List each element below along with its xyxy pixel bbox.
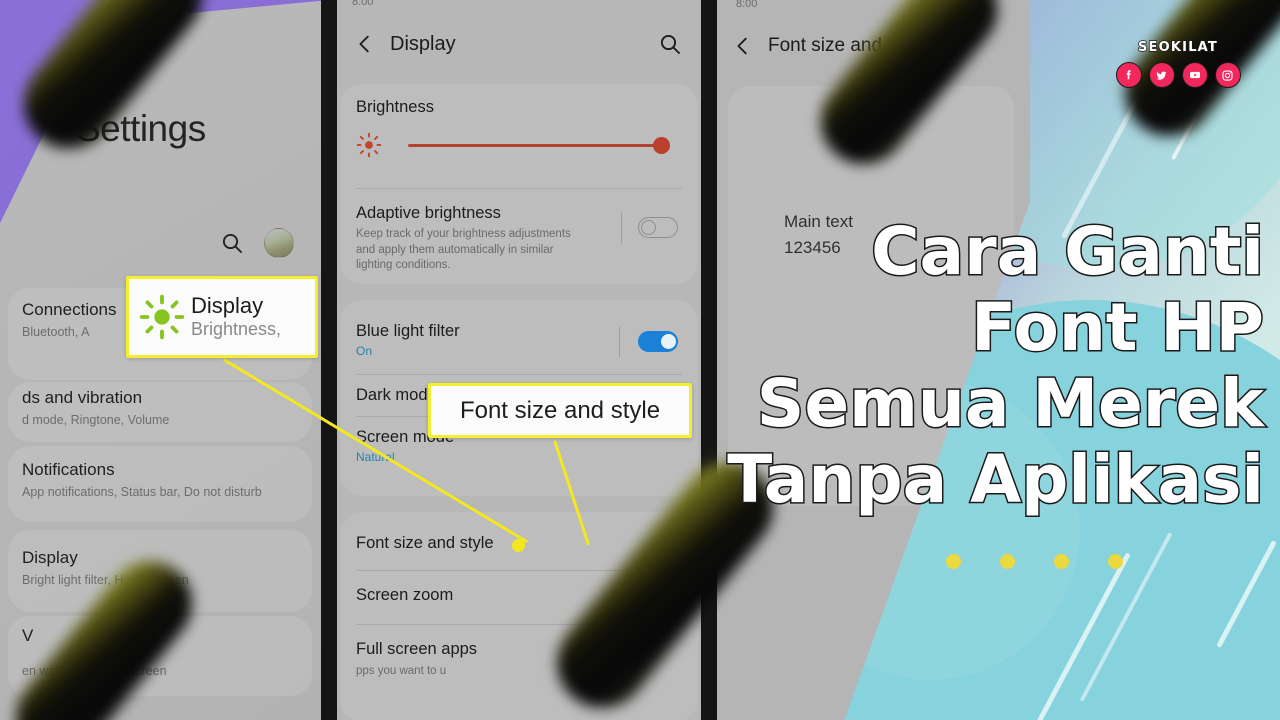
decor-dot [1054,554,1069,569]
list-item-title: Display [22,548,78,567]
brightness-sun-icon [139,294,185,340]
title-line-3: Semua Merek [755,364,1265,443]
youtube-icon[interactable] [1181,62,1208,88]
brightness-slider-thumb[interactable] [653,137,670,154]
social-icons-row [1108,62,1248,88]
decor-dots-row [946,554,1123,569]
decor-dot [1000,554,1015,569]
blue-light-filter-status: On [356,344,373,358]
screen-zoom-row[interactable]: Screen zoom [356,586,453,605]
back-chevron-icon[interactable] [732,35,754,57]
list-item-subtitle: App notifications, Status bar, Do not di… [22,484,262,499]
settings-top-actions [220,228,294,258]
phone-bezel [330,0,337,720]
sidebar-item-notifications[interactable]: Notifications App notifications, Status … [22,460,316,500]
screen-mode-value: Natural [356,450,395,464]
avatar[interactable] [264,228,294,258]
twitter-icon[interactable] [1148,62,1175,88]
search-icon[interactable] [220,231,244,255]
font-size-and-style-row[interactable]: Font size and style [356,534,494,553]
callout-display-title: Display [191,292,264,318]
sidebar-item-sounds[interactable]: ds and vibration d mode, Ringtone, Volum… [22,388,316,428]
callout-display[interactable]: Display Brightness, [126,276,318,358]
list-item-title: Notifications [22,460,115,479]
brightness-sun-icon [356,132,382,163]
facebook-icon[interactable] [1115,62,1142,88]
title-line-2: Font HP [970,288,1266,367]
status-bar-time: 8:00 [352,0,374,8]
brand-block: SEOKILAT [1108,39,1248,88]
brightness-slider-track[interactable] [408,144,660,147]
adaptive-brightness-title: Adaptive brightness [356,204,501,222]
phone-bezel [321,0,330,720]
list-item-subtitle: d mode, Ringtone, Volume [22,412,170,427]
status-bar-time: 8:00 [736,0,758,10]
video-title-overlay: Cara Ganti Font HP Semua Merek Tanpa Apl… [604,212,1266,519]
app-bar-title: Display [390,32,456,55]
list-item-title: ds and vibration [22,388,143,407]
callout-anchor-dot [512,539,525,552]
instagram-icon[interactable] [1214,62,1241,88]
decor-dot [1108,554,1123,569]
app-bar: Display [330,22,710,66]
blue-light-filter-title: Blue light filter [356,322,460,340]
callout-display-subtitle: Brightness, [191,318,282,339]
search-icon[interactable] [658,32,682,56]
brand-name: SEOKILAT [1137,39,1218,55]
title-line-4: Tanpa Aplikasi [726,440,1266,519]
title-line-1: Cara Ganti [870,212,1266,291]
decor-dot [946,554,961,569]
adaptive-brightness-subtitle: Keep track of your brightness adjustment… [356,228,571,272]
divider [356,188,682,189]
back-chevron-icon[interactable] [354,33,376,55]
brightness-label: Brightness [356,98,434,116]
dark-mode-row[interactable]: Dark mod [356,386,428,405]
